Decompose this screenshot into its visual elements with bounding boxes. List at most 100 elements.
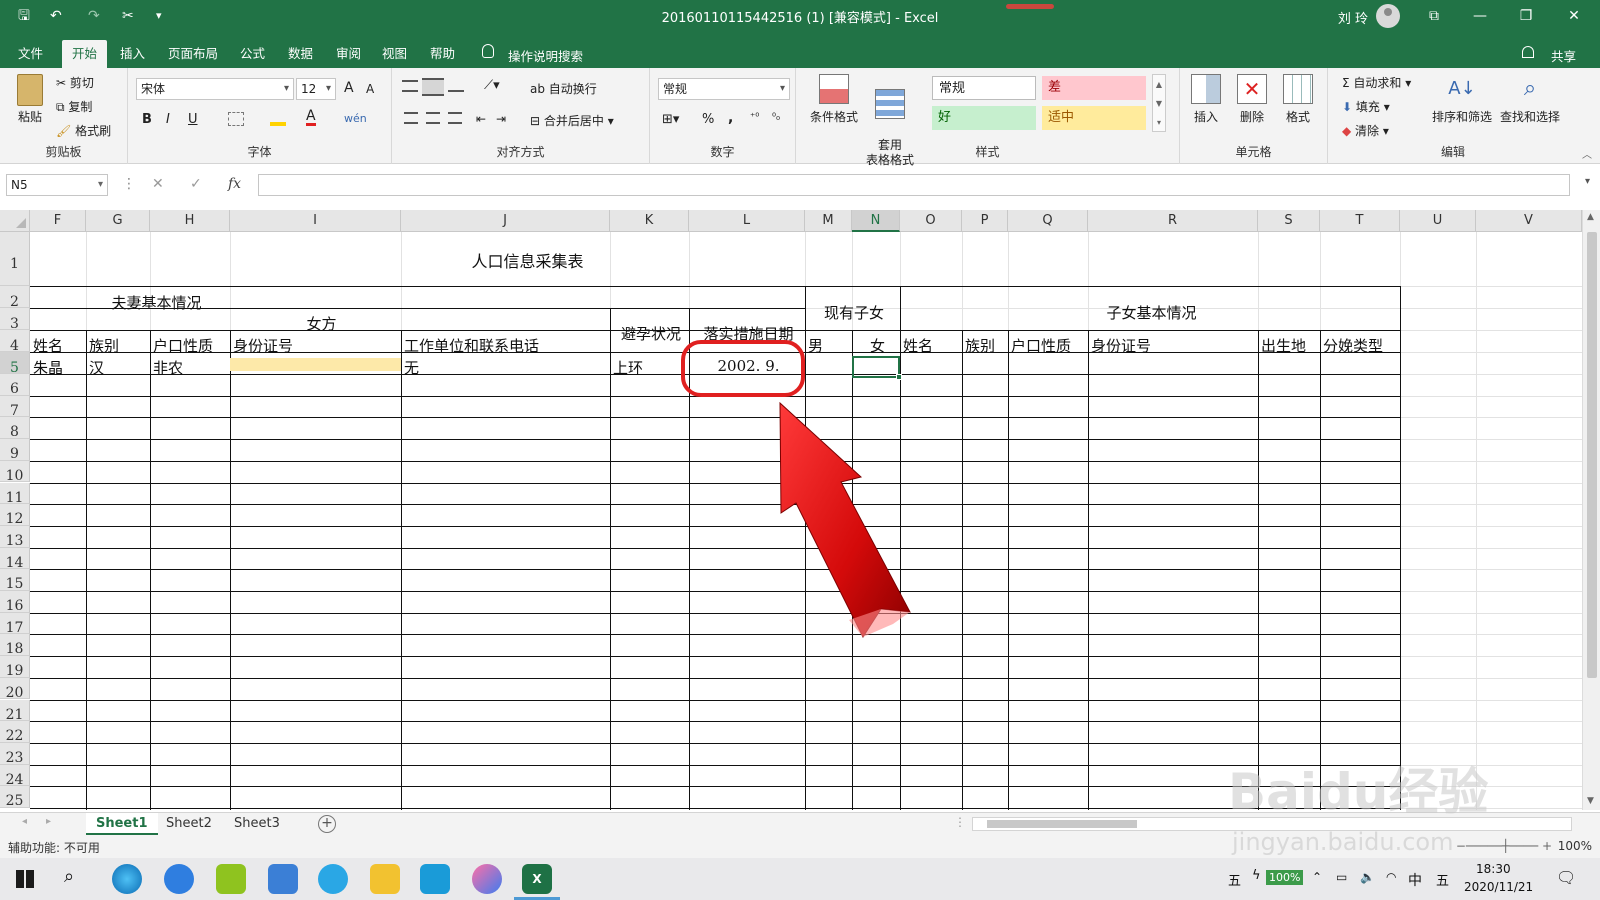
cut-button[interactable]: ✂ 剪切 <box>56 74 94 91</box>
column-header-r[interactable]: R <box>1088 210 1258 232</box>
align-bottom-icon[interactable] <box>448 80 464 92</box>
increase-decimal-icon[interactable]: ⁺⁰ <box>750 112 759 123</box>
sheet-tab-3[interactable]: Sheet3 <box>224 813 290 835</box>
find-select-button[interactable]: ⌕ 查找和选择 <box>1498 74 1562 125</box>
wifi-icon[interactable]: ◠ <box>1386 870 1396 884</box>
clear-button[interactable]: ◆ 清除 ▾ <box>1342 122 1389 139</box>
indent-decrease-icon[interactable]: ⇤ <box>476 112 486 126</box>
cell-r5-ethnic[interactable]: 汉 <box>86 357 150 378</box>
grow-font-button[interactable]: A <box>344 80 354 96</box>
header-delivery[interactable]: 分娩类型 <box>1320 335 1400 356</box>
row-header-10[interactable]: 10 <box>0 460 30 484</box>
tab-view[interactable]: 视图 <box>372 40 417 68</box>
zoom-level[interactable]: 100% <box>1558 839 1592 853</box>
shrink-font-button[interactable]: A <box>366 82 374 96</box>
color-app-icon[interactable] <box>472 864 502 894</box>
tab-home[interactable]: 开始 <box>62 40 108 68</box>
font-color-button[interactable]: A <box>306 109 316 126</box>
tell-me-search[interactable]: 操作说明搜索 <box>508 46 583 65</box>
row-header-2[interactable]: 2 <box>0 286 30 310</box>
row-header-6[interactable]: 6 <box>0 374 30 397</box>
header-child-id[interactable]: 身份证号 <box>1088 335 1258 356</box>
font-name-select[interactable]: 宋体 <box>136 78 294 100</box>
vertical-scrollbar[interactable]: ▲ ▼ <box>1582 210 1600 810</box>
column-header-t[interactable]: T <box>1320 210 1400 232</box>
share-button[interactable]: 共享 <box>1551 46 1576 65</box>
close-button[interactable]: ✕ <box>1554 4 1594 28</box>
cell-r5-date[interactable]: 2002. 9. <box>689 357 805 375</box>
battery-icon[interactable]: ▭ <box>1336 870 1347 884</box>
fill-button[interactable]: ⬇ 填充 ▾ <box>1342 98 1390 115</box>
cell-measure-date[interactable]: 落实措施日期 <box>689 323 805 344</box>
app-l-icon[interactable] <box>164 864 194 894</box>
percent-button[interactable]: % <box>702 112 714 127</box>
underline-button[interactable]: U <box>188 112 198 127</box>
vertical-scroll-thumb[interactable] <box>1587 232 1597 678</box>
header-work[interactable]: 工作单位和联系电话 <box>401 335 610 356</box>
row-header-18[interactable]: 18 <box>0 634 30 657</box>
row-header-21[interactable]: 21 <box>0 699 30 723</box>
column-header-h[interactable]: H <box>150 210 230 232</box>
autosum-button[interactable]: Σ 自动求和 ▾ <box>1342 74 1411 91</box>
ie-icon[interactable] <box>318 864 348 894</box>
avatar[interactable] <box>1376 4 1400 28</box>
row-header-14[interactable]: 14 <box>0 547 30 571</box>
column-header-n[interactable]: N <box>852 210 900 232</box>
language-indicator[interactable]: 中 <box>1408 870 1422 890</box>
horizontal-scroll-thumb[interactable] <box>987 820 1137 828</box>
battery-level[interactable]: 100% <box>1266 870 1304 885</box>
clock-time[interactable]: 18:30 <box>1476 862 1511 876</box>
column-header-i[interactable]: I <box>230 210 401 232</box>
decrease-decimal-icon[interactable]: ⁰₀ <box>772 112 780 123</box>
phonetic-button[interactable]: wén <box>344 112 367 125</box>
scroll-down-icon[interactable]: ▼ <box>1587 796 1594 806</box>
blue-app-icon[interactable] <box>420 864 450 894</box>
column-header-f[interactable]: F <box>30 210 86 232</box>
row-header-8[interactable]: 8 <box>0 417 30 440</box>
cancel-icon[interactable]: ✕ <box>152 176 164 192</box>
cell-r5-name[interactable]: 朱晶 <box>30 357 86 378</box>
row-header-12[interactable]: 12 <box>0 504 30 527</box>
tab-data[interactable]: 数据 <box>278 40 323 68</box>
sheet-title[interactable]: 人口信息采集表 <box>401 248 651 272</box>
row-header-13[interactable]: 13 <box>0 525 30 549</box>
cell-current-children[interactable]: 现有子女 <box>805 302 900 323</box>
sheet-tab-2[interactable]: Sheet2 <box>156 813 222 835</box>
ribbon-display-icon[interactable]: ⧉ <box>1414 4 1454 28</box>
format-cells-button[interactable]: 格式 <box>1274 74 1322 125</box>
align-middle-icon[interactable] <box>422 78 444 96</box>
font-size-select[interactable]: 12 <box>296 78 336 100</box>
split-handle-icon[interactable]: ⋮ <box>954 815 966 829</box>
selected-cell-n5[interactable] <box>852 356 902 380</box>
column-header-u[interactable]: U <box>1400 210 1476 232</box>
insert-cells-button[interactable]: 插入 <box>1182 74 1230 125</box>
row-header-5[interactable]: 5 <box>0 352 30 376</box>
column-header-g[interactable]: G <box>86 210 150 232</box>
merge-center-button[interactable]: ⊟ 合并后居中 ▾ <box>530 112 614 129</box>
add-sheet-button[interactable]: + <box>318 815 336 833</box>
header-female[interactable]: 女 <box>852 335 900 356</box>
format-painter-button[interactable]: 🖌 格式刷 <box>56 122 111 139</box>
row-header-25[interactable]: 25 <box>0 786 30 809</box>
restore-button[interactable]: ❐ <box>1506 4 1546 28</box>
header-child-name[interactable]: 姓名 <box>900 335 962 356</box>
column-header-p[interactable]: P <box>962 210 1008 232</box>
header-male[interactable]: 男 <box>805 335 852 356</box>
column-header-o[interactable]: O <box>900 210 962 232</box>
row-header-20[interactable]: 20 <box>0 677 30 701</box>
cell-contraception[interactable]: 避孕状况 <box>610 323 689 344</box>
cell-child-info[interactable]: 子女基本情况 <box>900 302 1400 323</box>
name-box[interactable]: N5 <box>6 174 108 196</box>
sheet-tab-1[interactable]: Sheet1 <box>86 813 158 835</box>
orientation-icon[interactable]: ⟋▾ <box>484 78 500 93</box>
header-name[interactable]: 姓名 <box>30 335 86 356</box>
tab-help[interactable]: 帮助 <box>420 40 465 68</box>
tab-formulas[interactable]: 公式 <box>230 40 275 68</box>
row-header-7[interactable]: 7 <box>0 395 30 419</box>
row-header-4[interactable]: 4 <box>0 330 30 354</box>
ime-mode[interactable]: 五 <box>1436 870 1449 889</box>
worksheet-grid[interactable]: FGHIJKLMNOPQRSTUV 1 2 3 4 5 6 7 8 9 10 11 12 13 14 15 1… <box>0 210 1600 810</box>
collapse-ribbon-icon[interactable]: ︿ <box>1582 146 1592 161</box>
ime-indicator[interactable]: 五 <box>1228 870 1241 889</box>
cell-r5-contraception[interactable]: 上环 <box>610 357 689 378</box>
